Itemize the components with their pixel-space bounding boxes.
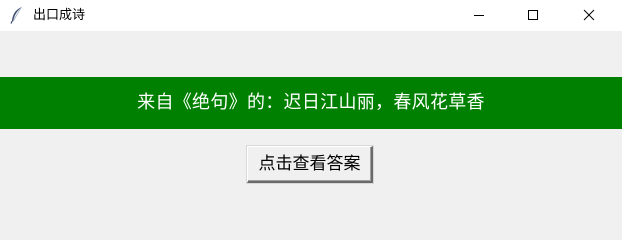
question-banner: 来自《绝句》的：迟日江山丽，春风花草香 [0, 77, 622, 129]
maximize-icon [528, 10, 538, 20]
title-bar[interactable]: 出口成诗 [0, 0, 622, 31]
question-text: 来自《绝句》的：迟日江山丽，春风花草香 [137, 92, 485, 113]
show-answer-button[interactable]: 点击查看答案 [247, 146, 373, 183]
feather-icon [9, 6, 25, 24]
minimize-icon [474, 15, 484, 16]
show-answer-label: 点击查看答案 [258, 154, 361, 173]
maximize-button[interactable] [510, 0, 556, 31]
window-title: 出口成诗 [33, 8, 86, 23]
close-icon [583, 9, 595, 21]
app-window: 出口成诗 来自《绝句》的：迟日江山丽，春风花草香 点击查看答案 [0, 0, 622, 218]
close-button[interactable] [566, 0, 612, 31]
minimize-button[interactable] [456, 0, 502, 31]
